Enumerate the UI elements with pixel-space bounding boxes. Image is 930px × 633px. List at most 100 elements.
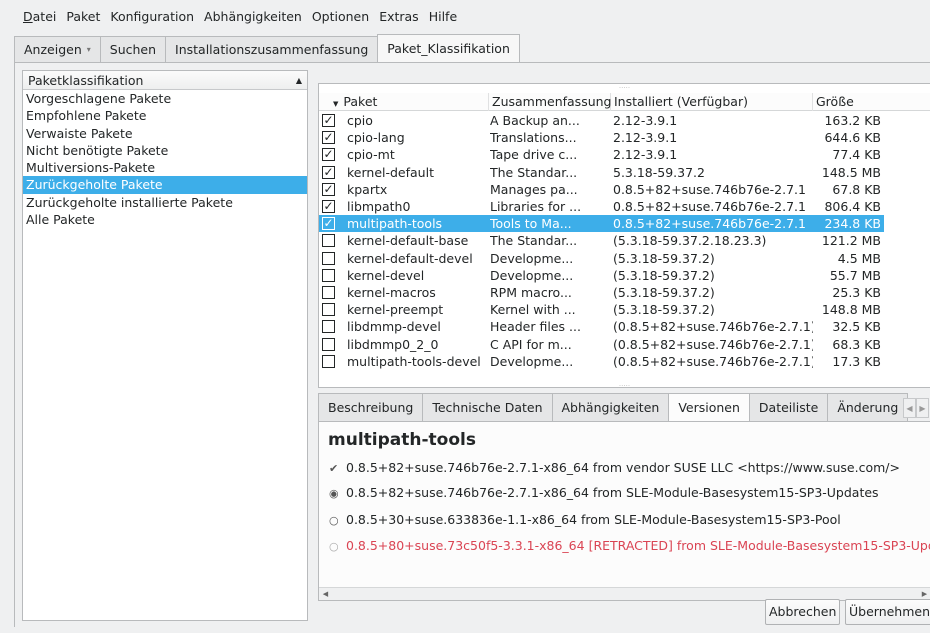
column-header-groesse[interactable]: Größe <box>813 93 930 111</box>
table-row[interactable]: libdmmp0_2_0 C API for m... (0.8.5+82+suse… <box>319 336 884 353</box>
checkbox-unchecked-icon[interactable] <box>322 286 335 299</box>
classification-header[interactable]: Paketklassifikation ▲ <box>23 71 307 90</box>
table-row[interactable]: kernel-preempt Kernel with ... (5.3.18-59.… <box>319 301 884 318</box>
package-name-cell: libdmmp0_2_0 <box>347 336 439 352</box>
checkbox-checked-icon[interactable]: ✓ <box>322 148 335 162</box>
radio-checked-icon[interactable]: ◉ <box>329 487 343 500</box>
checkbox-checked-icon[interactable]: ✓ <box>322 114 335 127</box>
splitter-grip-icon[interactable]: ····· <box>319 84 930 92</box>
checkbox-checked-icon[interactable]: ✓ <box>322 165 335 179</box>
checkbox-unchecked-icon[interactable] <box>322 251 335 265</box>
version-item: ✔ 0.8.5+82+suse.746b76e-2.7.1-x86_64 from… <box>329 460 900 475</box>
radio-unchecked-icon[interactable]: ○ <box>329 540 343 553</box>
package-version-cell: 0.8.5+82+suse.746b76e-2.7.1 <box>613 199 806 214</box>
table-row[interactable]: kernel-default-base The Standar... (5.3.18… <box>319 232 884 249</box>
package-version-cell: 0.8.5+82+suse.746b76e-2.7.1 <box>613 181 806 197</box>
package-summary-cell: Header files ... <box>490 319 581 335</box>
column-header-zusammenfassung[interactable]: Zusammenfassung <box>489 93 612 111</box>
tab-suchen[interactable]: Suchen <box>99 36 167 62</box>
checkbox-checked-icon[interactable]: ✓ <box>322 182 335 196</box>
table-row[interactable]: libdmmp-devel Header files ... (0.8.5+82+s… <box>319 318 884 335</box>
classification-item[interactable]: Zurückgeholte Pakete <box>23 176 307 194</box>
version-label: 0.8.5+82+suse.746b76e-2.7.1-x86_64 from … <box>346 460 900 475</box>
package-summary-cell: Manages pa... <box>490 181 578 197</box>
table-row[interactable]: kernel-macros RPM macro... (5.3.18-59.37.2… <box>319 284 884 301</box>
classification-item[interactable]: Multiversions-Pakete <box>23 159 307 176</box>
table-row[interactable]: ✓ cpio A Backup an... 2.12-3.9.1 163.2 KB <box>319 112 884 129</box>
package-size-cell: 148.5 MB <box>821 164 881 180</box>
checkbox-checked-icon[interactable]: ✓ <box>322 131 335 145</box>
column-header-installiert[interactable]: Installiert (Verfügbar) <box>611 93 813 111</box>
checkbox-unchecked-icon[interactable] <box>322 337 335 351</box>
package-size-cell: 68.3 KB <box>832 336 881 352</box>
package-name-cell: cpio <box>347 113 373 128</box>
classification-item[interactable]: Empfohlene Pakete <box>23 107 307 124</box>
package-summary-cell: Libraries for ... <box>490 199 582 214</box>
version-item[interactable]: ○ 0.8.5+30+suse.633836e-1.1-x86_64 from S… <box>329 512 841 527</box>
table-row[interactable]: ✓ kernel-default The Standar... 5.3.18-59.3… <box>319 164 884 181</box>
menu-paket[interactable]: Paket <box>61 9 105 24</box>
package-version-cell: (0.8.5+82+suse.746b76e-2.7.1) <box>613 353 813 369</box>
version-item[interactable]: ◉ 0.8.5+82+suse.746b76e-2.7.1-x86_64 from… <box>329 485 879 500</box>
package-summary-cell: Translations... <box>490 130 577 146</box>
detail-tab[interactable]: Dateiliste <box>748 393 829 421</box>
version-item[interactable]: ○ 0.8.5+80+suse.73c50f5-3.3.1-x86_64 [RET… <box>329 538 930 553</box>
checkbox-unchecked-icon[interactable] <box>322 268 335 282</box>
classification-item[interactable]: Vorgeschlagene Pakete <box>23 90 307 107</box>
menu-optionen[interactable]: Optionen <box>307 9 374 24</box>
table-row[interactable]: ✓ cpio-mt Tape drive c... 2.12-3.9.1 77.4 KB <box>319 146 884 163</box>
package-version-cell: 2.12-3.9.1 <box>613 130 678 146</box>
package-size-cell: 77.4 KB <box>832 147 881 163</box>
package-size-cell: 163.2 KB <box>824 113 881 128</box>
menu-abhaengigkeiten[interactable]: Abhängigkeiten <box>199 9 307 24</box>
classification-item[interactable]: Alle Pakete <box>23 211 307 228</box>
checkbox-unchecked-icon[interactable] <box>322 354 335 368</box>
checkbox-unchecked-icon[interactable] <box>322 234 335 248</box>
classification-item[interactable]: Zurückgeholte installierte Pakete <box>23 194 307 211</box>
scroll-left-icon[interactable]: ◀ <box>319 588 332 600</box>
accept-button[interactable]: Übernehmen <box>845 599 930 625</box>
detail-tab[interactable]: Beschreibung <box>318 393 424 421</box>
table-row[interactable]: multipath-tools-devel Developme... (0.8.5+… <box>319 353 884 370</box>
checkbox-unchecked-icon[interactable] <box>322 303 335 317</box>
menu-datei[interactable]: Datei <box>18 9 61 24</box>
package-name-cell: kernel-default-devel <box>347 250 473 266</box>
classification-item[interactable]: Nicht benötigte Pakete <box>23 142 307 159</box>
table-row[interactable]: ✓ cpio-lang Translations... 2.12-3.9.1 644.6… <box>319 129 884 146</box>
chevron-right-icon[interactable]: ▶ <box>916 398 929 418</box>
detail-tab[interactable]: Abhängigkeiten <box>551 393 670 421</box>
classification-list: Paketklassifikation ▲ Vorgeschlagene Pak… <box>22 70 308 621</box>
chevron-left-icon[interactable]: ◀ <box>903 398 916 418</box>
menu-extras[interactable]: Extras <box>374 9 424 24</box>
checkbox-checked-icon[interactable]: ✓ <box>322 217 335 231</box>
dropdown-arrow-icon: ▾ <box>86 45 91 54</box>
classification-item[interactable]: Verwaiste Pakete <box>23 125 307 142</box>
package-size-cell: 67.8 KB <box>832 181 881 197</box>
package-name-cell: kpartx <box>347 181 388 197</box>
tab-anzeigen[interactable]: Anzeigen ▾ <box>14 36 101 62</box>
tab-installationszusammenfassung[interactable]: Installationszusammenfassung <box>165 36 379 62</box>
checkbox-checked-icon[interactable]: ✓ <box>322 200 335 213</box>
package-name-cell: cpio-mt <box>347 147 395 163</box>
tab-paket-klassifikation[interactable]: Paket_Klassifikation <box>377 34 520 62</box>
table-row[interactable]: ✓ multipath-tools Tools to Ma... 0.8.5+82+s… <box>319 215 884 233</box>
menu-hilfe[interactable]: Hilfe <box>424 9 462 24</box>
column-header-paket[interactable]: ▼ Paket <box>319 93 489 111</box>
table-row[interactable]: kernel-default-devel Developme... (5.3.18-… <box>319 250 884 267</box>
detail-tab[interactable]: Versionen <box>668 393 750 421</box>
table-row[interactable]: kernel-devel Developme... (5.3.18-59.37.2)… <box>319 267 884 284</box>
cancel-button[interactable]: Abbrechen <box>765 599 841 625</box>
checkbox-unchecked-icon[interactable] <box>322 320 335 334</box>
detail-tab[interactable]: Änderung <box>827 393 909 421</box>
radio-unchecked-icon[interactable]: ○ <box>329 514 343 527</box>
table-row[interactable]: ✓ libmpath0 Libraries for ... 0.8.5+82+suse… <box>319 198 884 215</box>
package-summary-cell: A Backup an... <box>490 113 580 128</box>
package-size-cell: 148.8 MB <box>821 302 881 318</box>
menu-konfiguration[interactable]: Konfiguration <box>105 9 199 24</box>
splitter-grip-icon[interactable]: ····· <box>319 382 930 387</box>
package-version-cell: 2.12-3.9.1 <box>613 113 678 128</box>
package-size-cell: 234.8 KB <box>824 216 881 232</box>
table-row[interactable]: ✓ kpartx Manages pa... 0.8.5+82+suse.746b76… <box>319 181 884 198</box>
detail-tab[interactable]: Technische Daten <box>422 393 553 421</box>
sort-descending-icon: ▼ <box>333 100 339 108</box>
